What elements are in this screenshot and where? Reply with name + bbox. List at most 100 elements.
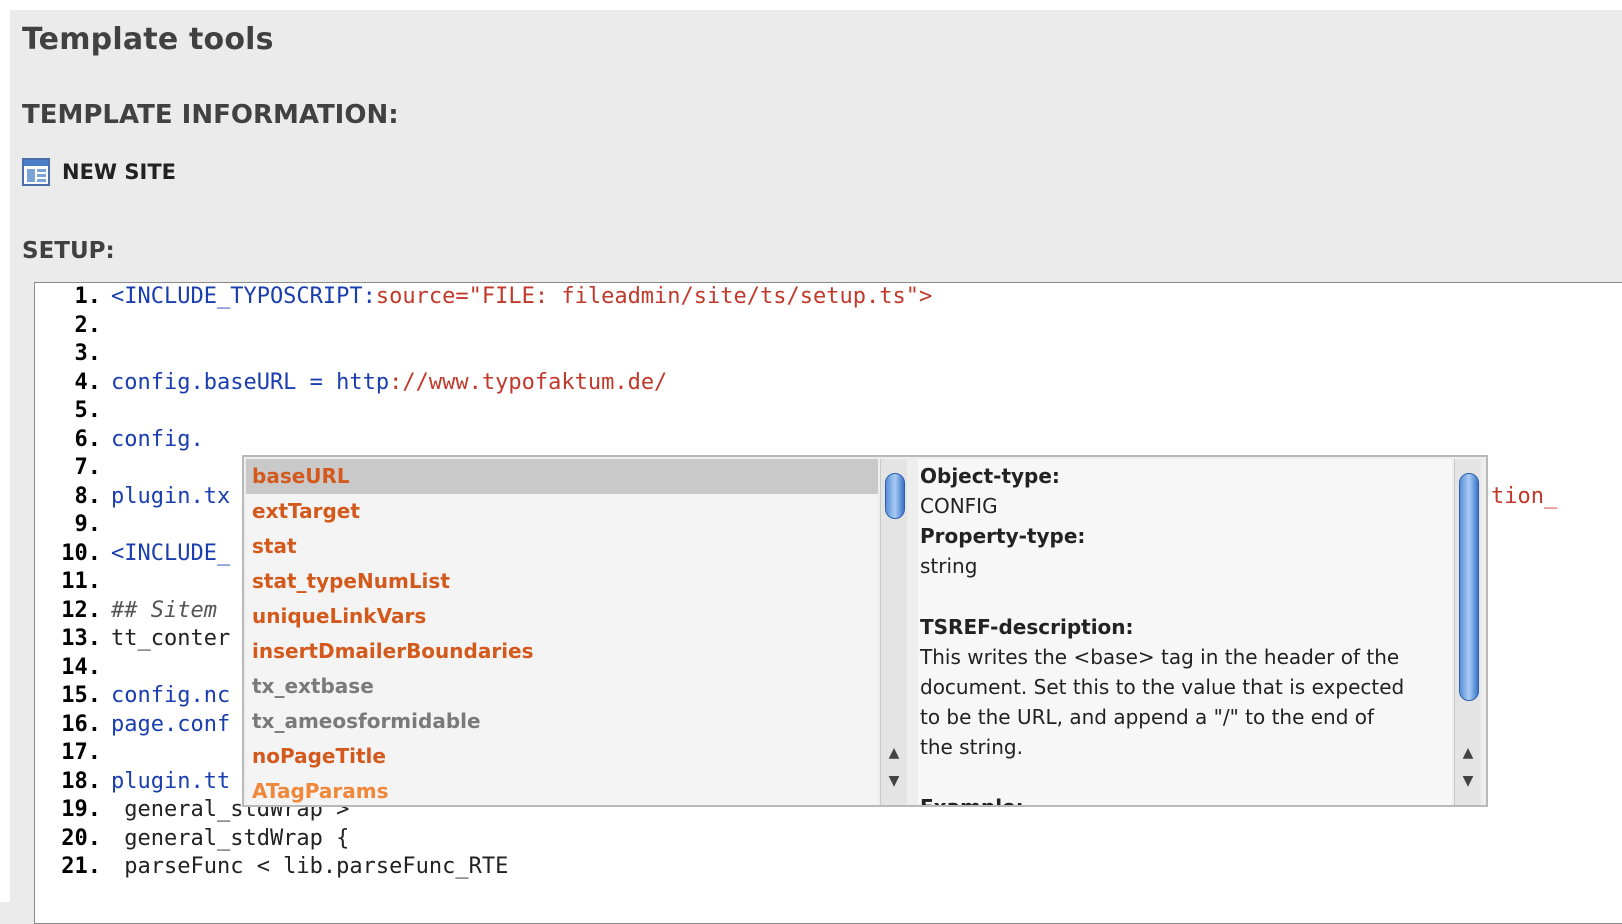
left-strip	[0, 0, 10, 902]
code-token: parseFunc < lib.parseFunc_RTE	[111, 854, 509, 879]
tsref-line: the string.	[920, 735, 1023, 759]
autocomplete-item[interactable]: tx_ameosformidable	[246, 704, 878, 739]
code-line[interactable]: 8. plugin.tx	[35, 483, 231, 511]
code-line[interactable]: 9.	[35, 511, 111, 539]
code-text: <INCLUDE_TYPOSCRIPT:source="FILE: filead…	[111, 284, 932, 309]
line-number: 3.	[74, 341, 102, 366]
tsref-line: This writes the <base> tag in the header…	[920, 645, 1400, 669]
property-type-label: Property-type:	[920, 524, 1086, 548]
code-line[interactable]: 18. plugin.tt	[35, 768, 230, 796]
code-token: config.nc	[111, 683, 231, 708]
code-line[interactable]: 7.	[35, 454, 111, 482]
scrollbar-thumb[interactable]	[885, 473, 905, 519]
page-title: Template tools	[22, 22, 274, 57]
autocomplete-item[interactable]: baseURL	[246, 459, 878, 494]
top-strip	[0, 0, 1622, 10]
code-text: <INCLUDE_	[111, 541, 230, 566]
code-token: ## Sitem	[111, 597, 217, 623]
code-line[interactable]: 15. config.nc	[35, 682, 230, 710]
line-number: 19.	[61, 797, 101, 822]
autocomplete-item[interactable]: stat	[246, 529, 878, 564]
code-text: config.nc	[111, 683, 230, 708]
line-number: 20.	[61, 825, 101, 851]
line-number: 12.	[61, 597, 101, 623]
autocomplete-item[interactable]: uniqueLinkVars	[246, 599, 878, 634]
line-number: 17.	[61, 740, 101, 765]
code-text: parseFunc < lib.parseFunc_RTE	[111, 854, 508, 879]
autocomplete-item[interactable]: ATagParams	[246, 774, 878, 809]
autocomplete-list[interactable]: baseURL extTarget stat stat_typeNumList uniq…	[246, 459, 878, 805]
template-page-icon	[22, 158, 50, 186]
line-number: 5.	[74, 398, 102, 423]
autocomplete-item[interactable]: insertDmailerBoundaries	[246, 634, 878, 669]
line-number: 9.	[74, 512, 102, 537]
code-token: tt_conter	[111, 626, 231, 651]
property-description-panel: Object-type: CONFIG Property-type: strin…	[918, 459, 1452, 805]
code-line[interactable]: 14.	[35, 654, 111, 682]
autocomplete-item[interactable]: stat_typeNumList	[246, 564, 878, 599]
code-text: general_stdWrap {	[111, 826, 349, 851]
code-token: config.baseURL = http	[111, 369, 390, 395]
line-number: 18.	[61, 768, 101, 794]
scroll-up-arrow-icon[interactable]: ▲	[881, 741, 907, 765]
line-number: 8.	[74, 483, 102, 509]
code-text: config.	[111, 427, 204, 452]
code-line[interactable]: 12. ## Sitem	[35, 597, 217, 625]
scrollbar-thumb[interactable]	[1459, 473, 1479, 701]
code-line[interactable]: 5.	[35, 397, 111, 425]
code-line[interactable]: 6. config.	[35, 426, 204, 454]
code-line[interactable]: 20. general_stdWrap {	[35, 825, 349, 853]
code-text: config.baseURL = http://www.typofaktum.d…	[111, 370, 667, 395]
property-type-value: string	[920, 554, 978, 578]
code-line[interactable]: 11.	[35, 568, 111, 596]
object-type-value: CONFIG	[920, 494, 998, 518]
code-token: plugin.tx	[111, 483, 231, 509]
line-number: 13.	[61, 626, 101, 651]
code-line[interactable]: 3.	[35, 340, 111, 368]
line-number: 11.	[61, 569, 101, 594]
code-line[interactable]: 1. <INCLUDE_TYPOSCRIPT:source="FILE: file…	[35, 283, 933, 311]
code-text: tt_conter	[111, 626, 230, 651]
object-type-label: Object-type:	[920, 464, 1060, 488]
code-token: page.conf	[111, 711, 231, 737]
code-overflow-text: tion_	[1491, 484, 1558, 509]
line-number: 1.	[74, 284, 102, 309]
code-token: <INCLUDE_	[111, 540, 231, 566]
line-number: 21.	[61, 854, 101, 879]
line-number: 2.	[74, 312, 102, 338]
line-number: 4.	[74, 369, 102, 395]
template-information-heading: TEMPLATE INFORMATION:	[22, 100, 399, 130]
autocomplete-item[interactable]: noPageTitle	[246, 739, 878, 774]
code-token: general_stdWrap {	[111, 825, 350, 851]
line-number: 15.	[61, 683, 101, 708]
line-number: 10.	[61, 540, 101, 566]
code-line[interactable]: 13. tt_conter	[35, 625, 230, 653]
code-token: ://www.typofaktum.de/	[389, 369, 668, 395]
scroll-down-arrow-icon[interactable]: ▼	[881, 769, 907, 793]
code-line[interactable]: 17.	[35, 739, 111, 767]
description-scrollbar[interactable]: ▲ ▼	[1454, 459, 1481, 805]
site-name[interactable]: NEW SITE	[62, 160, 176, 184]
code-line[interactable]: 10. <INCLUDE_	[35, 540, 230, 568]
line-number: 6.	[74, 426, 102, 452]
line-number: 7.	[74, 455, 102, 480]
site-row[interactable]: NEW SITE	[22, 158, 176, 186]
code-line[interactable]: 21. parseFunc < lib.parseFunc_RTE	[35, 853, 508, 881]
code-line[interactable]: 2.	[35, 312, 111, 340]
autocomplete-item[interactable]: tx_extbase	[246, 669, 878, 704]
setup-heading: SETUP:	[22, 238, 115, 264]
code-token: source="FILE: fileadmin/site/ts/setup.ts…	[375, 284, 933, 309]
code-line[interactable]: 4. config.baseURL = http://www.typofaktum…	[35, 369, 668, 397]
scroll-down-arrow-icon[interactable]: ▼	[1455, 769, 1481, 793]
line-number: 16.	[61, 711, 101, 737]
code-token: plugin.tt	[111, 768, 231, 794]
tsref-description-label: TSREF-description:	[920, 615, 1134, 639]
code-token: <INCLUDE_TYPOSCRIPT:	[111, 284, 376, 309]
scroll-up-arrow-icon[interactable]: ▲	[1455, 741, 1481, 765]
code-text: plugin.tx	[111, 484, 230, 509]
autocomplete-item[interactable]: extTarget	[246, 494, 878, 529]
autocomplete-popup[interactable]: baseURL extTarget stat stat_typeNumList uniq…	[242, 455, 1488, 807]
code-line[interactable]: 16. page.conf	[35, 711, 230, 739]
autocomplete-list-scrollbar[interactable]: ▲ ▼	[880, 459, 907, 805]
code-token: config.	[111, 426, 204, 452]
